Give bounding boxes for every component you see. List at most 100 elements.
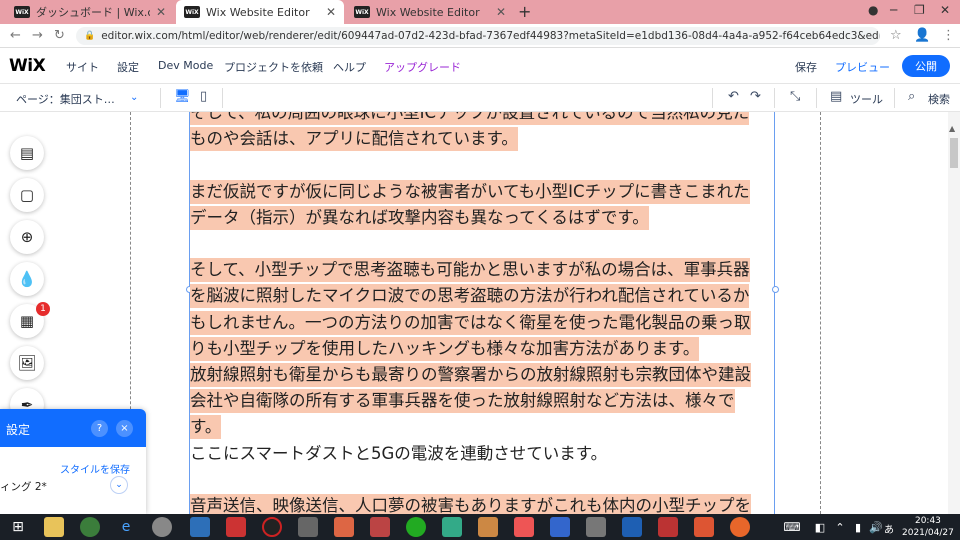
app-icon[interactable]	[152, 517, 172, 537]
scroll-up-icon[interactable]: ▲	[949, 124, 955, 133]
bookmark-star-icon[interactable]: ☆	[890, 28, 902, 43]
menu-dots-icon[interactable]: ⋮	[942, 28, 955, 43]
browser-tab-editor[interactable]: WiX Wix Website Editor ✕	[346, 0, 514, 24]
app-icon[interactable]	[190, 517, 210, 537]
text-line: りも小型チップを使用したハッキングも様々な加害方法があります。	[190, 336, 700, 361]
divider	[222, 88, 223, 108]
app-icon[interactable]	[478, 517, 498, 537]
network-icon[interactable]: ▮	[848, 517, 868, 537]
tools-button[interactable]: ツール	[850, 91, 883, 107]
menu-dev-mode[interactable]: Dev Mode	[158, 59, 213, 72]
chevron-down-icon[interactable]: ⌄	[110, 476, 128, 494]
plus-icon: ⊕	[20, 228, 34, 246]
wix-top-bar: WiX サイト 設定 Dev Mode プロジェクトを依頼 ヘルプ アップグレー…	[0, 48, 960, 98]
chevron-down-icon[interactable]: ⌄	[130, 92, 138, 103]
internet-explorer-icon[interactable]: e	[116, 517, 136, 537]
panel-close-button[interactable]: ×	[116, 420, 133, 437]
app-icon[interactable]	[334, 517, 354, 537]
desktop-view-icon[interactable]: 🖥	[174, 89, 191, 104]
chevron-up-icon[interactable]: ⌃	[830, 517, 850, 537]
app-icon[interactable]	[694, 517, 714, 537]
volume-icon[interactable]: 🔊	[866, 517, 886, 537]
undo-icon[interactable]: ↶	[728, 89, 739, 104]
menu-upgrade[interactable]: アップグレード	[384, 59, 461, 75]
media-button[interactable]: 🖼	[10, 346, 44, 380]
publish-button[interactable]: 公開	[902, 55, 950, 77]
pages-icon: ▤	[19, 144, 35, 162]
minimize-icon[interactable]: ─	[890, 3, 897, 17]
file-explorer-icon[interactable]	[44, 517, 64, 537]
app-icon[interactable]	[586, 517, 606, 537]
text-line: 会社や自衛隊の所有する軍事兵器を使った放射線照射など方法は、様々で	[190, 389, 735, 414]
new-tab-button[interactable]: +	[518, 2, 531, 21]
firefox-icon[interactable]	[730, 517, 750, 537]
zoom-out-icon[interactable]: ⤡	[790, 89, 800, 104]
ime-indicator[interactable]: あ	[884, 521, 894, 536]
scrollbar-thumb[interactable]	[950, 138, 958, 168]
text-line: ここにスマートダストと5Gの電波を連動させています。	[190, 443, 608, 463]
close-icon[interactable]: ✕	[326, 5, 336, 19]
close-icon[interactable]: ✕	[156, 5, 166, 19]
forward-icon[interactable]: →	[32, 28, 43, 43]
wix-favicon-icon: WiX	[14, 6, 30, 18]
account-icon[interactable]: 👤	[914, 28, 930, 43]
app-icon[interactable]	[550, 517, 570, 537]
redo-icon[interactable]: ↷	[750, 89, 761, 104]
scrollbar[interactable]	[948, 112, 960, 514]
menu-help[interactable]: ヘルプ	[333, 59, 366, 75]
text-line: そして、小型チップで思考盗聴も可能かと思いますが私の場合は、軍事兵器	[190, 258, 750, 283]
chrome-icon[interactable]	[80, 517, 100, 537]
text-line: そして、私の周囲の眼球に小型ICチップが設置されているので当然私の見た	[190, 112, 750, 125]
mobile-view-icon[interactable]: ▯	[200, 89, 207, 104]
help-button[interactable]: ?	[91, 420, 108, 437]
app-icon[interactable]	[298, 517, 318, 537]
app-icon[interactable]	[442, 517, 462, 537]
theme-button[interactable]: 💧	[10, 262, 44, 296]
reload-icon[interactable]: ↻	[54, 28, 65, 43]
keyboard-icon[interactable]: ⌨	[782, 517, 802, 537]
app-icon[interactable]	[226, 517, 246, 537]
text-line: を脳波に照射したマイクロ波での思考盗聴の方法が行われ配信されているか	[190, 284, 750, 309]
menu-hire[interactable]: プロジェクトを依頼	[224, 59, 323, 75]
back-icon[interactable]: ←	[10, 28, 21, 43]
search-icon[interactable]: ⌕	[908, 89, 915, 104]
windows-start-icon[interactable]: ⊞	[8, 517, 28, 537]
search-button[interactable]: 検索	[928, 91, 950, 107]
tray-icon[interactable]: ◧	[810, 517, 830, 537]
app-icon[interactable]	[658, 517, 678, 537]
window-close-icon[interactable]: ✕	[940, 3, 950, 17]
outlook-icon[interactable]	[622, 517, 642, 537]
menu-site[interactable]: サイト	[66, 59, 99, 75]
tools-icon[interactable]: ▤	[830, 89, 842, 104]
wix-favicon-icon: WiX	[184, 6, 200, 18]
page-selector[interactable]: ページ：集団スト…	[16, 91, 115, 107]
pages-menu-button[interactable]: ▤	[10, 136, 44, 170]
browser-tab-dashboard[interactable]: WiX ダッシュボード | Wix.com ✕	[6, 0, 174, 24]
app-icon[interactable]	[514, 517, 534, 537]
lock-icon: 🔒	[84, 31, 96, 41]
menu-settings[interactable]: 設定	[117, 59, 139, 75]
text-line: まだ仮説ですが仮に同じような被害者がいても小型ICチップに書きこまれた	[190, 179, 750, 204]
square-icon: ▢	[19, 186, 35, 204]
background-button[interactable]: ▢	[10, 178, 44, 212]
windows-taskbar: ⊞ e ⌨ ◧ ⌃ ▮ 🔊 あ 20:43 2021/04/27	[0, 514, 960, 540]
resize-handle-right[interactable]	[772, 286, 779, 293]
preview-button[interactable]: プレビュー	[835, 59, 890, 75]
browser-tab-editor-active[interactable]: WiX Wix Website Editor ✕	[176, 0, 344, 24]
clock-time: 20:43	[914, 516, 941, 526]
apps-grid-icon: ▦	[19, 312, 35, 330]
save-button[interactable]: 保存	[795, 59, 817, 75]
close-icon[interactable]: ✕	[496, 5, 506, 19]
panel-header: 設定 ? ×	[0, 409, 146, 447]
text-line: データ（指示）が異なれば攻撃内容も異なってくるはずです。	[190, 205, 649, 230]
restore-icon[interactable]: ❐	[914, 3, 925, 17]
app-icon[interactable]	[406, 517, 426, 537]
save-style-link[interactable]: スタイルを保存	[60, 461, 130, 476]
app-icon[interactable]	[370, 517, 390, 537]
clock[interactable]: 20:43 2021/04/27	[902, 515, 954, 539]
url-field[interactable]: 🔒 editor.wix.com/html/editor/web/rendere…	[76, 27, 880, 45]
add-element-button[interactable]: ⊕	[10, 220, 44, 254]
wix-favicon-icon: WiX	[354, 6, 370, 18]
profile-dot-icon[interactable]: ●	[868, 3, 878, 17]
record-icon[interactable]	[262, 517, 282, 537]
